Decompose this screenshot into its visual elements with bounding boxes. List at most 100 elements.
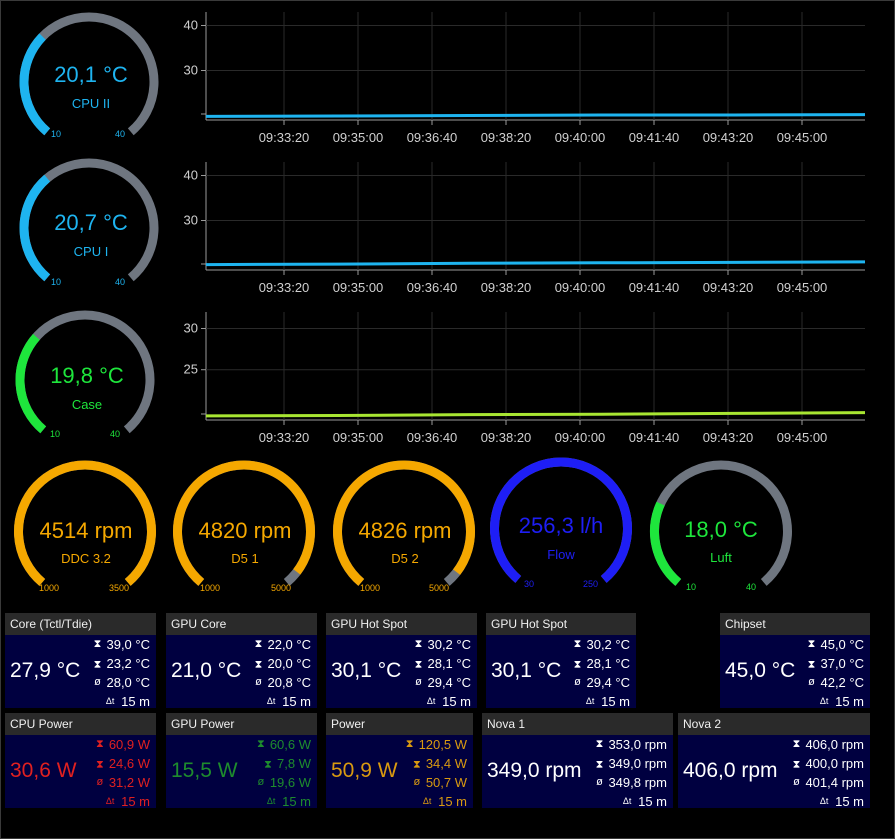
min-icon: ⧗ xyxy=(595,758,604,770)
gauge-min: 30 xyxy=(524,579,535,589)
stat-max-value: 45,0 °C xyxy=(820,637,864,652)
stat-max-value: 60,6 W xyxy=(269,737,311,752)
gauge-max: 40 xyxy=(115,129,126,139)
cpu-i-history-chart-plot: 40 30 09:33:20 09:35:00 09:36:40 09:38:20 09:4… xyxy=(184,162,866,295)
max-icon: ⧗ xyxy=(792,738,801,750)
y-tick-label: 30 xyxy=(184,320,198,335)
min-icon: ⧗ xyxy=(95,758,104,770)
panel-title: Nova 2 xyxy=(678,713,870,735)
period-icon: Δt xyxy=(819,796,829,806)
gauge-max: 40 xyxy=(110,429,121,439)
max-icon: ⧗ xyxy=(254,638,263,650)
stat-min: ⧗ 28,1 °C xyxy=(413,654,471,673)
panel-title: GPU Core xyxy=(166,613,317,635)
panel-title: Core (Tctl/Tdie) xyxy=(5,613,156,635)
gauge-value: 20,1 °C xyxy=(54,62,128,87)
stat-min: ⧗ 23,2 °C xyxy=(92,654,150,673)
cpu-i-history-chart: 40 30 09:33:20 09:35:00 09:36:40 09:38:20 09:4… xyxy=(170,158,870,303)
stat-min: ⧗ 400,0 rpm xyxy=(791,754,864,773)
avg-icon: ø xyxy=(574,676,581,688)
stat-max-value: 22,0 °C xyxy=(267,637,311,652)
x-tick-label: 09:33:20 xyxy=(259,130,310,145)
stat-max: ⧗ 60,6 W xyxy=(256,735,311,754)
stat-min-value: 37,0 °C xyxy=(820,656,864,671)
period-icon: Δt xyxy=(266,796,276,806)
period-icon: Δt xyxy=(105,696,115,706)
stat-max-value: 60,9 W xyxy=(108,737,150,752)
stat-avg-value: 28,0 °C xyxy=(106,675,150,690)
y-tick-label: 40 xyxy=(184,18,198,33)
gauge-value: 18,0 °C xyxy=(684,517,758,542)
x-tick-label: 09:38:20 xyxy=(481,130,532,145)
min-icon: ⧗ xyxy=(573,658,582,670)
x-tick-label: 09:40:00 xyxy=(555,130,606,145)
avg-icon: ø xyxy=(808,676,815,688)
max-icon: ⧗ xyxy=(573,638,582,650)
min-icon: ⧗ xyxy=(254,658,263,670)
gauge-min: 1000 xyxy=(39,583,60,593)
x-tick-label: 09:41:40 xyxy=(629,430,680,445)
gauge-max: 250 xyxy=(583,579,599,589)
min-icon: ⧗ xyxy=(414,658,423,670)
panel-stats: ⧗ 353,0 rpm ⧗ 349,0 rpm ø 349,8 rpm Δt 15 m xyxy=(594,735,667,811)
stat-period: Δt 15 m xyxy=(253,692,311,711)
stat-period-value: 15 m xyxy=(835,694,864,709)
stat-avg-value: 42,2 °C xyxy=(820,675,864,690)
stat-max: ⧗ 30,2 °C xyxy=(572,635,630,654)
stat-max: ⧗ 406,0 rpm xyxy=(791,735,864,754)
flow-gauge: 256,3 l/h Flow 30 250 xyxy=(485,455,637,600)
stat-max: ⧗ 22,0 °C xyxy=(253,635,311,654)
avg-icon: ø xyxy=(415,676,422,688)
stat-min: ⧗ 349,0 rpm xyxy=(594,754,667,773)
gauge-label: DDC 3.2 xyxy=(61,551,111,566)
series-line xyxy=(205,411,866,418)
gauge-value: 4826 rpm xyxy=(358,518,452,543)
x-tick-label: 09:36:40 xyxy=(407,430,458,445)
x-tick-label: 09:43:20 xyxy=(703,430,754,445)
stat-max: ⧗ 353,0 rpm xyxy=(594,735,667,754)
panel-value: 349,0 rpm xyxy=(487,758,582,782)
x-tick-label: 09:38:20 xyxy=(481,430,532,445)
stat-period-value: 15 m xyxy=(121,694,150,709)
series-line xyxy=(205,113,866,118)
stat-period: Δt 15 m xyxy=(594,792,667,811)
min-icon: ⧗ xyxy=(93,658,102,670)
gauge-max: 3500 xyxy=(109,583,130,593)
stat-period: Δt 15 m xyxy=(405,792,467,811)
case-history-chart: 30 25 09:33:20 09:35:00 09:36:40 09:38:20 09:4… xyxy=(170,308,870,453)
max-icon: ⧗ xyxy=(405,738,414,750)
stat-avg: ø 50,7 W xyxy=(405,773,467,792)
stat-avg: ø 29,4 °C xyxy=(413,673,471,692)
gauge-label: D5 1 xyxy=(231,551,259,566)
stat-avg: ø 401,4 rpm xyxy=(791,773,864,792)
x-tick-label: 09:45:00 xyxy=(777,130,828,145)
period-icon: Δt xyxy=(819,696,829,706)
stat-avg: ø 349,8 rpm xyxy=(594,773,667,792)
panel-value: 45,0 °C xyxy=(725,658,796,682)
panel-value: 50,9 W xyxy=(331,758,398,782)
period-icon: Δt xyxy=(266,696,276,706)
stat-period: Δt 15 m xyxy=(95,792,150,811)
gauge-label: CPU I xyxy=(73,244,109,259)
core-tctl-panel: Core (Tctl/Tdie) 27,9 °C ⧗ 39,0 °C ⧗ 23,2 °C… xyxy=(5,613,156,709)
cpu-power-panel: CPU Power 30,6 W ⧗ 60,9 W ⧗ 24,6 W ø 31,2 W Δt 1… xyxy=(5,713,156,811)
panel-value: 30,1 °C xyxy=(491,658,562,682)
stat-max-value: 30,2 °C xyxy=(427,637,471,652)
stat-period-value: 15 m xyxy=(438,794,467,809)
panel-value: 30,6 W xyxy=(10,758,77,782)
stat-min: ⧗ 7,8 W xyxy=(256,754,311,773)
panel-value: 21,0 °C xyxy=(171,658,242,682)
stat-period-value: 15 m xyxy=(601,694,630,709)
gauge-fill xyxy=(650,501,682,586)
period-icon: Δt xyxy=(622,796,632,806)
stat-avg: ø 19,6 W xyxy=(256,773,311,792)
gpu-core-panel: GPU Core 21,0 °C ⧗ 22,0 °C ⧗ 20,0 °C ø 20,8 °C… xyxy=(166,613,317,711)
stat-period-value: 15 m xyxy=(121,794,150,809)
x-tick-label: 09:35:00 xyxy=(333,130,384,145)
panel-stats: ⧗ 120,5 W ⧗ 34,4 W ø 50,7 W Δt 15 m xyxy=(405,735,467,811)
y-tick-label: 30 xyxy=(184,63,198,78)
cpu-ii-gauge: 20,1 °C CPU II 10 40 xyxy=(11,10,167,152)
x-tick-label: 09:40:00 xyxy=(555,280,606,295)
min-icon: ⧗ xyxy=(807,658,816,670)
gauge-max: 5000 xyxy=(271,583,292,593)
